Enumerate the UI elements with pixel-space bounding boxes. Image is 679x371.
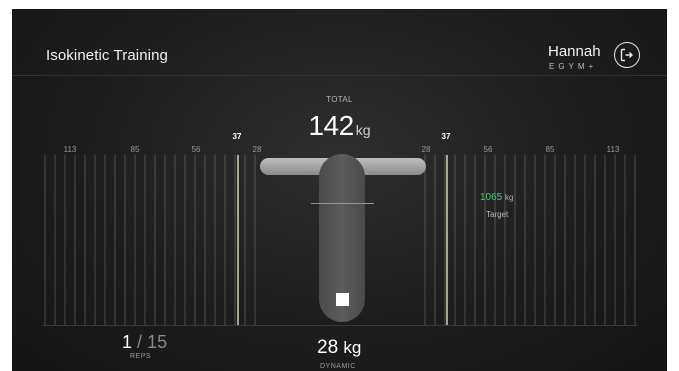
tick-label: 113 bbox=[63, 145, 77, 154]
dynamic-weight: 28 kg bbox=[317, 337, 361, 359]
stop-icon[interactable] bbox=[336, 293, 349, 306]
tick-label: 56 bbox=[483, 145, 493, 154]
weight-unit: kg bbox=[343, 338, 362, 357]
header-divider bbox=[12, 75, 667, 76]
target-unit: kg bbox=[505, 193, 514, 202]
total-unit: kg bbox=[355, 122, 371, 138]
tick-label: 28 bbox=[252, 145, 262, 154]
target-number: 1065 bbox=[480, 192, 503, 203]
tick-label: 113 bbox=[606, 145, 620, 154]
marker-label: 37 bbox=[441, 132, 451, 141]
logout-button[interactable] bbox=[614, 42, 640, 68]
target-label: Target bbox=[486, 210, 509, 219]
page-title: Isokinetic Training bbox=[46, 47, 168, 64]
baseline bbox=[42, 325, 637, 326]
reps-current: 1 bbox=[122, 332, 133, 352]
training-screen: Isokinetic Training Hannah EGYM+ TOTAL 1… bbox=[12, 9, 667, 371]
tick-label: 28 bbox=[421, 145, 431, 154]
tick-label: 56 bbox=[191, 145, 201, 154]
tick-label: 85 bbox=[130, 145, 140, 154]
dynamic-label: DYNAMIC bbox=[320, 363, 356, 370]
tick-label: 85 bbox=[545, 145, 555, 154]
target-line bbox=[311, 203, 374, 204]
target-value: 1065 kg bbox=[480, 192, 513, 203]
total-label: TOTAL bbox=[326, 95, 353, 104]
reps-counter: 1 / 15 bbox=[122, 332, 167, 353]
total-number: 142 bbox=[308, 110, 354, 141]
user-name: Hannah bbox=[548, 43, 601, 60]
reps-separator: / bbox=[137, 332, 143, 352]
weight-number: 28 bbox=[317, 337, 339, 358]
brand-logo: EGYM+ bbox=[549, 62, 598, 71]
marker-label: 37 bbox=[232, 132, 242, 141]
logout-icon bbox=[620, 48, 633, 62]
reps-total: 15 bbox=[147, 332, 168, 352]
total-value: 142 kg bbox=[12, 110, 667, 142]
reps-label: REPS bbox=[130, 353, 152, 360]
